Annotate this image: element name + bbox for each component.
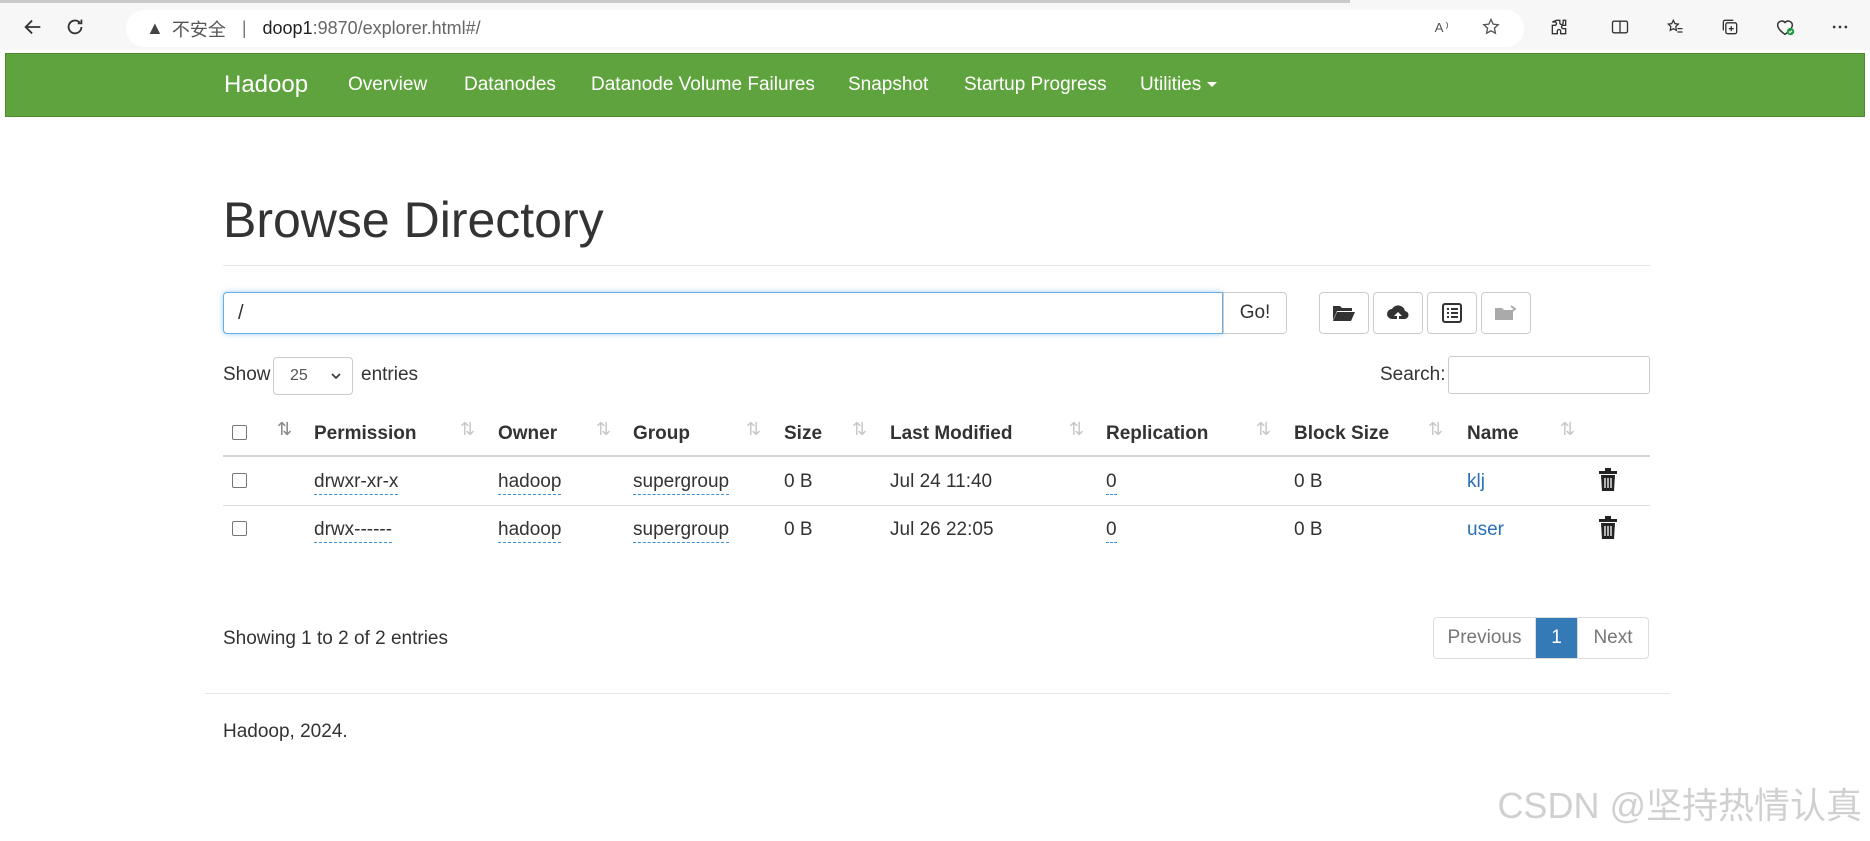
split-screen-icon[interactable] (1605, 12, 1635, 42)
header-permission[interactable]: Permission (314, 423, 416, 445)
folder-move-icon (1495, 305, 1517, 320)
row-permission[interactable]: drwxr-xr-x (314, 471, 399, 495)
row-permission[interactable]: drwx------ (314, 519, 393, 543)
cloud-upload-icon (1387, 305, 1409, 321)
upload-file-button[interactable] (1373, 292, 1423, 334)
nav-datanode-volume-failures[interactable]: Datanode Volume Failures (591, 74, 815, 96)
sort-block-size-icon[interactable]: ⇅ (1428, 419, 1443, 440)
hadoop-explorer-page: Hadoop Overview Datanodes Datanode Volum… (5, 53, 1865, 841)
sort-replication-icon[interactable]: ⇅ (1256, 419, 1271, 440)
nav-utilities-dropdown[interactable]: Utilities (1140, 74, 1218, 96)
row-last-modified: Jul 24 11:40 (890, 471, 993, 492)
sort-last-modified-icon[interactable]: ⇅ (1069, 419, 1084, 440)
table-search-input[interactable] (1448, 356, 1650, 394)
create-directory-button[interactable] (1319, 292, 1369, 334)
warning-icon: ▲ (146, 18, 164, 38)
favorites-icon[interactable] (1660, 12, 1690, 42)
extensions-icon[interactable] (1544, 12, 1574, 42)
trash-icon[interactable] (1597, 516, 1619, 540)
entries-per-page-select[interactable]: 25 (273, 357, 353, 395)
header-owner[interactable]: Owner (498, 423, 557, 445)
title-divider (223, 265, 1650, 266)
collections-icon[interactable] (1715, 12, 1745, 42)
pagination-previous[interactable]: Previous (1434, 618, 1536, 658)
header-name[interactable]: Name (1467, 423, 1519, 445)
header-replication[interactable]: Replication (1106, 423, 1208, 445)
row-checkbox[interactable] (232, 473, 247, 488)
table-info: Showing 1 to 2 of 2 entries (223, 628, 448, 649)
footer-text: Hadoop, 2024. (223, 721, 348, 742)
directory-path-input[interactable] (223, 292, 1223, 334)
browser-essentials-icon[interactable] (1770, 12, 1800, 42)
footer-divider (205, 693, 1670, 694)
nav-utilities-label: Utilities (1140, 74, 1202, 95)
sort-group-icon[interactable]: ⇅ (746, 419, 761, 440)
row-block-size: 0 B (1294, 519, 1323, 540)
row-block-size: 0 B (1294, 471, 1323, 492)
row-owner[interactable]: hadoop (498, 471, 562, 495)
pagination-page-1[interactable]: 1 (1536, 618, 1578, 658)
header-size[interactable]: Size (784, 423, 822, 445)
table-header-divider (223, 455, 1650, 457)
page-title: Browse Directory (223, 192, 604, 248)
row-name-link[interactable]: user (1467, 519, 1504, 541)
nav-overview[interactable]: Overview (348, 74, 427, 96)
pagination-next[interactable]: Next (1578, 618, 1648, 658)
select-all-checkbox[interactable] (232, 425, 247, 440)
reload-icon[interactable] (60, 12, 90, 42)
header-group[interactable]: Group (633, 423, 690, 445)
row-group[interactable]: supergroup (633, 519, 730, 543)
caret-down-icon (1207, 82, 1218, 88)
folder-open-icon (1333, 306, 1355, 321)
sort-asc-icon[interactable]: ⇅ (277, 419, 292, 440)
entries-label: entries (361, 364, 419, 385)
cut-paste-button[interactable] (1427, 292, 1477, 334)
search-label: Search: (1380, 364, 1446, 385)
sort-owner-icon[interactable]: ⇅ (596, 419, 611, 440)
header-block-size[interactable]: Block Size (1294, 423, 1389, 445)
nav-snapshot[interactable]: Snapshot (848, 74, 928, 96)
browser-toolbar: ▲ 不安全 | doop1:9870/explorer.html#/ A (0, 0, 1870, 50)
trash-icon[interactable] (1597, 468, 1619, 492)
row-name-link[interactable]: klj (1467, 471, 1485, 493)
read-aloud-icon[interactable]: A (1428, 12, 1458, 42)
row-size: 0 B (784, 471, 813, 492)
favorite-star-icon[interactable] (1476, 12, 1506, 42)
address-bar[interactable]: ▲ 不安全 | doop1:9870/explorer.html#/ (126, 10, 1524, 47)
svg-text:A: A (1435, 20, 1444, 35)
watermark: CSDN @坚持热情认真 (1497, 785, 1862, 826)
header-last-modified[interactable]: Last Modified (890, 423, 1012, 445)
show-label: Show (223, 364, 271, 385)
more-menu-icon[interactable] (1825, 12, 1855, 42)
tab-strip (0, 0, 1350, 3)
nav-startup-progress[interactable]: Startup Progress (964, 74, 1107, 96)
go-button[interactable]: Go! (1223, 292, 1287, 334)
row-replication[interactable]: 0 (1106, 471, 1117, 495)
url-host: doop1 (262, 18, 313, 38)
sort-permission-icon[interactable]: ⇅ (460, 419, 475, 440)
back-icon[interactable] (18, 12, 48, 42)
row-group[interactable]: supergroup (633, 471, 730, 495)
pagination: Previous 1 Next (1433, 617, 1649, 659)
address-separator: | (241, 18, 247, 38)
brand-link[interactable]: Hadoop (224, 71, 308, 99)
paste-button[interactable] (1481, 292, 1531, 334)
row-size: 0 B (784, 519, 813, 540)
entries-selected-value: 25 (290, 367, 308, 384)
chevron-down-icon (331, 373, 341, 380)
nav-datanodes[interactable]: Datanodes (464, 74, 556, 96)
sort-size-icon[interactable]: ⇅ (852, 419, 867, 440)
top-navbar: Hadoop Overview Datanodes Datanode Volum… (5, 53, 1865, 117)
sort-name-icon[interactable]: ⇅ (1560, 419, 1575, 440)
list-alt-icon (1442, 303, 1462, 323)
row-last-modified: Jul 26 22:05 (890, 519, 994, 540)
row-owner[interactable]: hadoop (498, 519, 562, 543)
row-replication[interactable]: 0 (1106, 519, 1117, 543)
url-path: :9870/explorer.html#/ (312, 18, 481, 38)
row-checkbox[interactable] (232, 521, 247, 536)
security-warning: 不安全 (171, 19, 226, 40)
row-divider (223, 505, 1650, 506)
